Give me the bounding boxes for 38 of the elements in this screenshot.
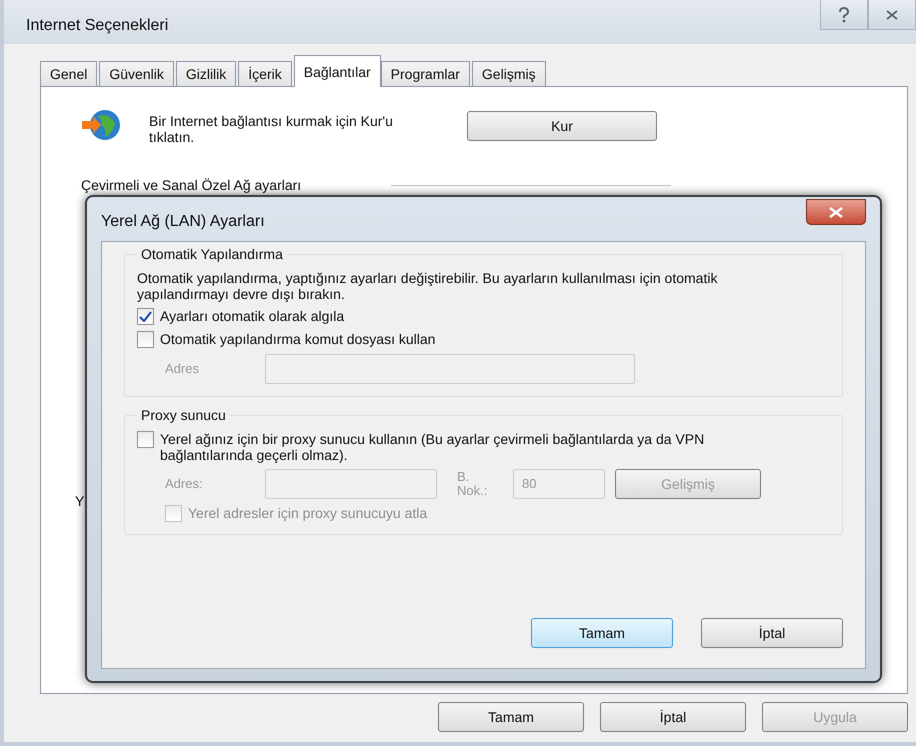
close-button[interactable] [868, 0, 916, 30]
tab[interactable]: Güvenlik [99, 61, 174, 87]
dialog-title: Yerel Ağ (LAN) Ayarları [101, 213, 265, 231]
address-field[interactable] [265, 354, 635, 384]
dialog-button[interactable]: İptal [701, 618, 843, 648]
description-text: Otomatik yapılandırma, yaptığınız ayarları değiştirebilir. Bu ayarların kullanılması için otomatik yapılandırmayı devre dışı bırakın. [137, 270, 718, 302]
tab[interactable]: Gizlilik [176, 61, 236, 87]
field-label: B. Nok.: [457, 470, 488, 498]
globe-icon [81, 107, 121, 143]
tab[interactable]: Programlar [380, 61, 470, 87]
close-button[interactable] [806, 199, 866, 225]
tab[interactable]: Gelişmiş [472, 61, 546, 87]
checkbox-label: Yerel ağınız için bir proxy sunucu kullanın (Bu ayarlar çevirmeli bağlantılarda ya da VPN bağlantılarında geçerli olmaz). [160, 431, 706, 463]
dialog-button[interactable]: Tamam [438, 702, 584, 732]
partial-label: Y [75, 493, 84, 509]
setup-button[interactable]: Kur [467, 111, 657, 141]
checkbox-label: Otomatik yapılandırma komut dosyası kullan [160, 331, 436, 347]
checkbox-label: Ayarları otomatik olarak algıla [160, 308, 344, 324]
tab[interactable]: Genel [40, 61, 98, 87]
close-icon [886, 10, 898, 20]
dialog-button[interactable]: Tamam [531, 618, 673, 648]
close-icon [829, 206, 843, 218]
setup-instructions: Bir Internet bağlantısı kurmak için Kur'u tıklatın. [149, 113, 394, 145]
checkbox[interactable] [137, 331, 154, 348]
field-label: Adres [165, 362, 200, 376]
help-icon [838, 6, 850, 22]
dialog-button[interactable]: İptal [600, 702, 746, 732]
address-field[interactable] [265, 469, 437, 499]
tab[interactable]: İçerik [238, 61, 292, 87]
checkbox[interactable] [137, 308, 154, 325]
group-legend: Proxy sunucu [137, 407, 230, 423]
window-title: Internet Seçenekleri [26, 17, 168, 35]
section-heading: Çevirmeli ve Sanal Özel Ağ ayarları [81, 177, 302, 193]
field-label: Adres: [165, 477, 204, 491]
checkbox-label: Yerel adresler için proxy sunucuyu atla [188, 505, 428, 521]
help-button[interactable] [820, 0, 868, 30]
group-legend: Otomatik Yapılandırma [137, 246, 287, 262]
tab[interactable]: Bağlantılar [294, 55, 381, 87]
